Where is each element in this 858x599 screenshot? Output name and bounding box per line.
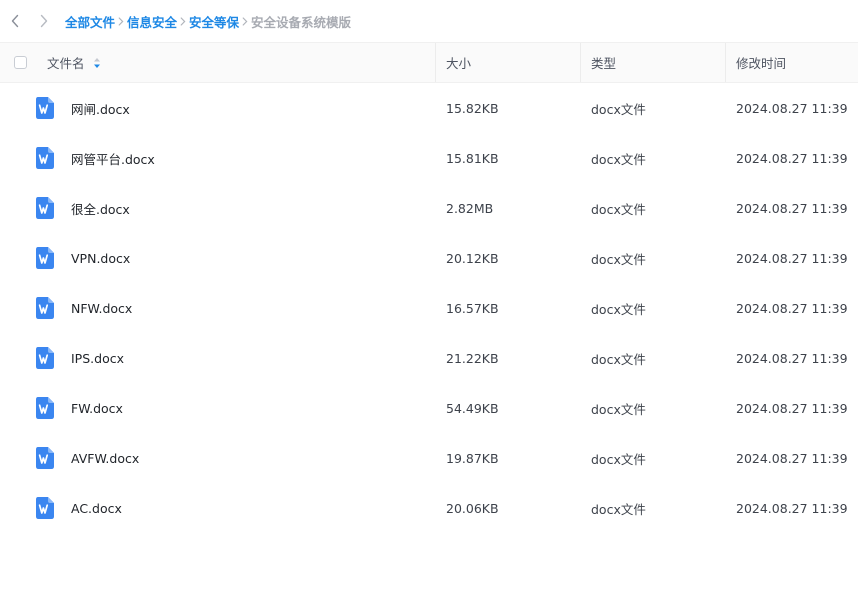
column-divider[interactable] bbox=[435, 43, 436, 82]
file-modified-time: 2024.08.27 11:39 bbox=[736, 100, 848, 116]
file-name[interactable]: 网管平台.docx bbox=[71, 133, 155, 183]
file-type: docx文件 bbox=[591, 501, 646, 517]
file-modified-time: 2024.08.27 11:39 bbox=[736, 450, 848, 466]
table-header: 文件名 大小 类型 修改时间 bbox=[0, 42, 858, 83]
file-row[interactable]: AVFW.docx 19.87KB docx文件 2024.08.27 11:3… bbox=[0, 433, 858, 483]
file-size: 20.12KB bbox=[446, 250, 499, 266]
column-divider[interactable] bbox=[580, 43, 581, 82]
file-size: 20.06KB bbox=[446, 500, 499, 516]
file-name[interactable]: 很全.docx bbox=[71, 183, 130, 233]
column-header-modified[interactable]: 修改时间 bbox=[736, 43, 786, 82]
file-row[interactable]: NFW.docx 16.57KB docx文件 2024.08.27 11:39 bbox=[0, 283, 858, 333]
file-modified-time: 2024.08.27 11:39 bbox=[736, 300, 848, 316]
breadcrumb-separator-icon bbox=[239, 16, 251, 26]
word-document-icon bbox=[35, 447, 55, 469]
file-row[interactable]: 网闸.docx 15.82KB docx文件 2024.08.27 11:39 bbox=[0, 83, 858, 133]
file-modified-time: 2024.08.27 11:39 bbox=[736, 250, 848, 266]
file-type: docx文件 bbox=[591, 201, 646, 217]
select-all-checkbox[interactable] bbox=[14, 56, 27, 69]
file-type: docx文件 bbox=[591, 401, 646, 417]
file-row[interactable]: FW.docx 54.49KB docx文件 2024.08.27 11:39 bbox=[0, 383, 858, 433]
word-document-icon bbox=[35, 197, 55, 219]
breadcrumb-item-security-compliance[interactable]: 安全等保 bbox=[189, 12, 239, 31]
column-header-name[interactable]: 文件名 bbox=[47, 43, 101, 82]
file-modified-time: 2024.08.27 11:39 bbox=[736, 500, 848, 516]
file-size: 15.81KB bbox=[446, 150, 499, 166]
breadcrumb-bar: 全部文件 信息安全 安全等保 安全设备系统模版 bbox=[0, 0, 858, 42]
file-type: docx文件 bbox=[591, 101, 646, 117]
file-name[interactable]: VPN.docx bbox=[71, 233, 130, 283]
word-document-icon bbox=[35, 297, 55, 319]
word-document-icon bbox=[35, 147, 55, 169]
file-name[interactable]: IPS.docx bbox=[71, 333, 124, 383]
file-row[interactable]: VPN.docx 20.12KB docx文件 2024.08.27 11:39 bbox=[0, 233, 858, 283]
column-header-size-label: 大小 bbox=[446, 56, 472, 71]
file-modified-time: 2024.08.27 11:39 bbox=[736, 150, 848, 166]
chevron-right-icon[interactable] bbox=[35, 12, 53, 30]
column-header-type[interactable]: 类型 bbox=[591, 43, 616, 82]
file-modified-time: 2024.08.27 11:39 bbox=[736, 200, 848, 216]
column-header-name-label: 文件名 bbox=[47, 56, 85, 71]
file-row[interactable]: 网管平台.docx 15.81KB docx文件 2024.08.27 11:3… bbox=[0, 133, 858, 183]
file-size: 2.82MB bbox=[446, 200, 494, 216]
file-type: docx文件 bbox=[591, 301, 646, 317]
column-divider[interactable] bbox=[725, 43, 726, 82]
file-modified-time: 2024.08.27 11:39 bbox=[736, 350, 848, 366]
breadcrumb-current: 安全设备系统模版 bbox=[251, 14, 352, 30]
file-name[interactable]: 网闸.docx bbox=[71, 83, 130, 133]
breadcrumb: 全部文件 信息安全 安全等保 安全设备系统模版 bbox=[65, 12, 351, 31]
breadcrumb-separator-icon bbox=[115, 16, 127, 26]
file-name[interactable]: AVFW.docx bbox=[71, 433, 139, 483]
word-document-icon bbox=[35, 97, 55, 119]
file-row[interactable]: IPS.docx 21.22KB docx文件 2024.08.27 11:39 bbox=[0, 333, 858, 383]
file-size: 21.22KB bbox=[446, 350, 499, 366]
file-type: docx文件 bbox=[591, 451, 646, 467]
chevron-left-icon[interactable] bbox=[6, 12, 24, 30]
file-modified-time: 2024.08.27 11:39 bbox=[736, 400, 848, 416]
file-size: 15.82KB bbox=[446, 100, 499, 116]
word-document-icon bbox=[35, 247, 55, 269]
file-list: 网闸.docx 15.82KB docx文件 2024.08.27 11:39 … bbox=[0, 83, 858, 533]
file-name[interactable]: AC.docx bbox=[71, 483, 122, 533]
word-document-icon bbox=[35, 397, 55, 419]
file-type: docx文件 bbox=[591, 351, 646, 367]
column-header-type-label: 类型 bbox=[591, 56, 617, 71]
breadcrumb-item-info-security[interactable]: 信息安全 bbox=[127, 12, 177, 31]
file-size: 16.57KB bbox=[446, 300, 499, 316]
column-header-modified-label: 修改时间 bbox=[736, 56, 787, 71]
file-row[interactable]: AC.docx 20.06KB docx文件 2024.08.27 11:39 bbox=[0, 483, 858, 533]
file-size: 19.87KB bbox=[446, 450, 499, 466]
column-header-size[interactable]: 大小 bbox=[446, 43, 471, 82]
breadcrumb-separator-icon bbox=[177, 16, 189, 26]
file-name[interactable]: NFW.docx bbox=[71, 283, 132, 333]
file-name[interactable]: FW.docx bbox=[71, 383, 123, 433]
file-type: docx文件 bbox=[591, 251, 646, 267]
word-document-icon bbox=[35, 497, 55, 519]
breadcrumb-item-all-files[interactable]: 全部文件 bbox=[65, 12, 115, 31]
file-row[interactable]: 很全.docx 2.82MB docx文件 2024.08.27 11:39 bbox=[0, 183, 858, 233]
file-size: 54.49KB bbox=[446, 400, 499, 416]
file-type: docx文件 bbox=[591, 151, 646, 167]
word-document-icon bbox=[35, 347, 55, 369]
sort-arrows-icon[interactable] bbox=[93, 57, 101, 69]
